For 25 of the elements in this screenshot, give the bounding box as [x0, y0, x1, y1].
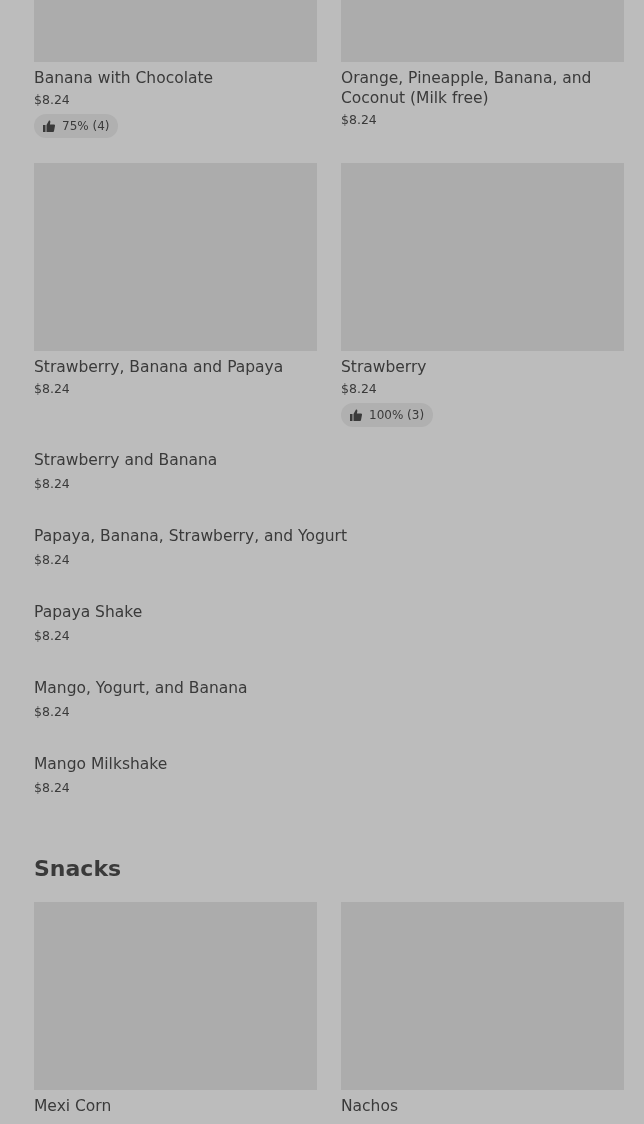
item-name: Mango, Yogurt, and Banana: [34, 678, 249, 698]
item-name: Mexi Corn: [34, 1096, 113, 1116]
item-name: Papaya Shake: [34, 602, 144, 622]
item-price: $8.24: [34, 779, 71, 797]
item-price: $8.24: [34, 380, 71, 398]
thumbs-up-icon: [350, 409, 362, 421]
item-price: $8.24: [341, 380, 378, 398]
item-price: $8.24: [34, 703, 71, 721]
item-price: $8.24: [34, 627, 71, 645]
item-name: Mango Milkshake: [34, 754, 169, 774]
item-price: $8.24: [34, 475, 71, 493]
item-name: Banana with Chocolate: [34, 68, 215, 88]
item-price: $8.24: [34, 551, 71, 569]
item-name: Nachos: [341, 1096, 399, 1116]
item-name: Papaya, Banana, Strawberry, and Yogurt: [34, 526, 349, 546]
thumbs-up-icon: [43, 120, 55, 132]
item-name: Strawberry and Banana: [34, 450, 219, 470]
rating-badge: 100% (3): [341, 403, 434, 427]
rating-badge: 75% (4): [34, 114, 119, 138]
section-heading: Snacks: [34, 855, 123, 883]
item-price: $8.24: [34, 91, 71, 109]
item-name: Strawberry: [341, 357, 428, 377]
item-name: Orange, Pineapple, Banana, and Coconut (Milk free): [341, 68, 593, 108]
item-name: Strawberry, Banana and Papaya: [34, 357, 285, 377]
item-price: $8.24: [341, 111, 378, 129]
